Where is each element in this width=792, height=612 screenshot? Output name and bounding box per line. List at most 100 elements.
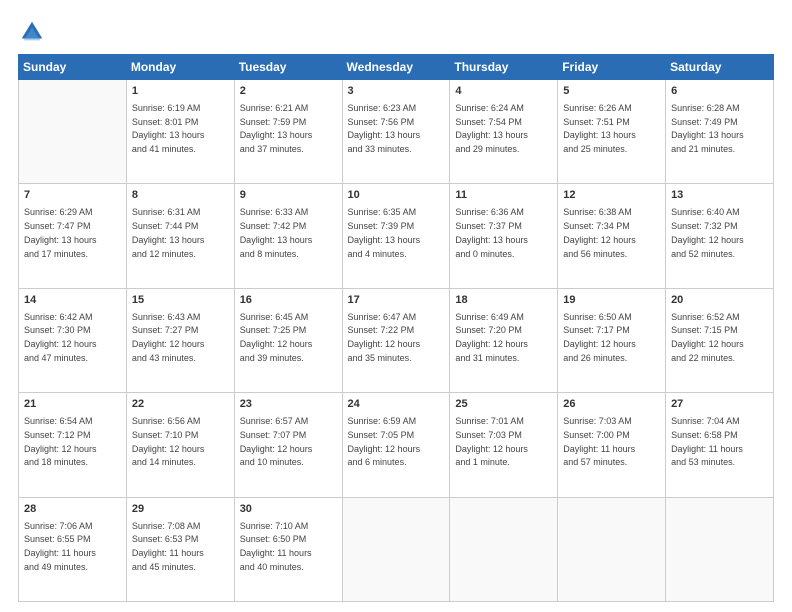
calendar-cell: 1 Sunrise: 6:19 AM Sunset: 8:01 PM Daylig… — [126, 80, 234, 184]
day-info: Sunrise: 6:50 AM Sunset: 7:17 PM Dayligh… — [563, 312, 636, 363]
calendar-cell: 3 Sunrise: 6:23 AM Sunset: 7:56 PM Daylig… — [342, 80, 450, 184]
calendar-cell: 27Sunrise: 7:04 AM Sunset: 6:58 PM Dayli… — [666, 393, 774, 497]
day-info: Sunrise: 6:29 AM Sunset: 7:47 PM Dayligh… — [24, 207, 97, 258]
calendar-cell: 13 Sunrise: 6:40 AM Sunset: 7:32 PM Dayli… — [666, 184, 774, 288]
day-number: 1 — [132, 84, 229, 100]
day-info: Sunrise: 6:24 AM Sunset: 7:54 PM Dayligh… — [455, 103, 528, 154]
calendar-cell: 12Sunrise: 6:38 AM Sunset: 7:34 PM Dayli… — [558, 184, 666, 288]
calendar-cell: 30 Sunrise: 7:10 AM Sunset: 6:50 PM Dayli… — [234, 497, 342, 601]
day-info: Sunrise: 6:35 AM Sunset: 7:39 PM Dayligh… — [348, 207, 421, 258]
calendar-cell — [666, 497, 774, 601]
day-info: Sunrise: 7:10 AM Sunset: 6:50 PM Dayligh… — [240, 521, 312, 572]
day-info: Sunrise: 6:47 AM Sunset: 7:22 PM Dayligh… — [348, 312, 421, 363]
calendar-cell: 15 Sunrise: 6:43 AM Sunset: 7:27 PM Dayli… — [126, 288, 234, 392]
calendar-cell: 18 Sunrise: 6:49 AM Sunset: 7:20 PM Dayli… — [450, 288, 558, 392]
calendar-cell: 14 Sunrise: 6:42 AM Sunset: 7:30 PM Dayli… — [19, 288, 127, 392]
day-number: 8 — [132, 188, 229, 204]
calendar-cell: 6 Sunrise: 6:28 AM Sunset: 7:49 PM Daylig… — [666, 80, 774, 184]
day-header-saturday: Saturday — [666, 55, 774, 80]
day-info: Sunrise: 6:45 AM Sunset: 7:25 PM Dayligh… — [240, 312, 313, 363]
calendar-cell: 23Sunrise: 6:57 AM Sunset: 7:07 PM Dayli… — [234, 393, 342, 497]
week-row-0: 1 Sunrise: 6:19 AM Sunset: 8:01 PM Daylig… — [19, 80, 774, 184]
day-number: 21 — [24, 397, 121, 413]
calendar-cell: 16 Sunrise: 6:45 AM Sunset: 7:25 PM Dayli… — [234, 288, 342, 392]
day-number: 6 — [671, 84, 768, 100]
week-row-2: 14 Sunrise: 6:42 AM Sunset: 7:30 PM Dayli… — [19, 288, 774, 392]
calendar-cell: 17Sunrise: 6:47 AM Sunset: 7:22 PM Dayli… — [342, 288, 450, 392]
calendar-cell: 10 Sunrise: 6:35 AM Sunset: 7:39 PM Dayli… — [342, 184, 450, 288]
days-header-row: SundayMondayTuesdayWednesdayThursdayFrid… — [19, 55, 774, 80]
calendar-cell: 5Sunrise: 6:26 AM Sunset: 7:51 PM Daylig… — [558, 80, 666, 184]
logo-icon — [18, 18, 46, 46]
day-number: 18 — [455, 293, 552, 309]
day-header-monday: Monday — [126, 55, 234, 80]
day-number: 2 — [240, 84, 337, 100]
calendar-cell: 26 Sunrise: 7:03 AM Sunset: 7:00 PM Dayli… — [558, 393, 666, 497]
day-info: Sunrise: 6:42 AM Sunset: 7:30 PM Dayligh… — [24, 312, 97, 363]
calendar-cell: 11 Sunrise: 6:36 AM Sunset: 7:37 PM Dayli… — [450, 184, 558, 288]
day-number: 12 — [563, 188, 660, 204]
day-number: 13 — [671, 188, 768, 204]
day-header-sunday: Sunday — [19, 55, 127, 80]
day-info: Sunrise: 6:54 AM Sunset: 7:12 PM Dayligh… — [24, 416, 97, 467]
day-number: 30 — [240, 502, 337, 518]
day-info: Sunrise: 6:33 AM Sunset: 7:42 PM Dayligh… — [240, 207, 313, 258]
calendar-cell: 9 Sunrise: 6:33 AM Sunset: 7:42 PM Daylig… — [234, 184, 342, 288]
day-number: 22 — [132, 397, 229, 413]
day-number: 10 — [348, 188, 445, 204]
day-number: 11 — [455, 188, 552, 204]
day-info: Sunrise: 6:36 AM Sunset: 7:37 PM Dayligh… — [455, 207, 528, 258]
calendar-cell: 24 Sunrise: 6:59 AM Sunset: 7:05 PM Dayli… — [342, 393, 450, 497]
calendar-cell — [558, 497, 666, 601]
day-info: Sunrise: 7:03 AM Sunset: 7:00 PM Dayligh… — [563, 416, 635, 467]
day-header-wednesday: Wednesday — [342, 55, 450, 80]
calendar-cell: 28Sunrise: 7:06 AM Sunset: 6:55 PM Dayli… — [19, 497, 127, 601]
day-number: 23 — [240, 397, 337, 413]
day-info: Sunrise: 6:43 AM Sunset: 7:27 PM Dayligh… — [132, 312, 205, 363]
calendar-cell — [342, 497, 450, 601]
day-number: 5 — [563, 84, 660, 100]
calendar-cell: 29Sunrise: 7:08 AM Sunset: 6:53 PM Dayli… — [126, 497, 234, 601]
logo — [18, 18, 50, 46]
day-number: 25 — [455, 397, 552, 413]
day-number: 27 — [671, 397, 768, 413]
day-info: Sunrise: 7:08 AM Sunset: 6:53 PM Dayligh… — [132, 521, 204, 572]
calendar-cell: 2 Sunrise: 6:21 AM Sunset: 7:59 PM Daylig… — [234, 80, 342, 184]
day-number: 4 — [455, 84, 552, 100]
day-number: 16 — [240, 293, 337, 309]
day-info: Sunrise: 6:21 AM Sunset: 7:59 PM Dayligh… — [240, 103, 313, 154]
header — [18, 18, 774, 46]
day-number: 9 — [240, 188, 337, 204]
day-number: 3 — [348, 84, 445, 100]
page: SundayMondayTuesdayWednesdayThursdayFrid… — [0, 0, 792, 612]
calendar-cell: 19 Sunrise: 6:50 AM Sunset: 7:17 PM Dayli… — [558, 288, 666, 392]
day-number: 20 — [671, 293, 768, 309]
calendar-cell — [450, 497, 558, 601]
day-info: Sunrise: 6:23 AM Sunset: 7:56 PM Dayligh… — [348, 103, 421, 154]
calendar-cell: 8Sunrise: 6:31 AM Sunset: 7:44 PM Daylig… — [126, 184, 234, 288]
calendar-body: 1 Sunrise: 6:19 AM Sunset: 8:01 PM Daylig… — [19, 80, 774, 602]
day-number: 15 — [132, 293, 229, 309]
calendar-cell — [19, 80, 127, 184]
day-number: 14 — [24, 293, 121, 309]
day-header-thursday: Thursday — [450, 55, 558, 80]
day-info: Sunrise: 6:40 AM Sunset: 7:32 PM Dayligh… — [671, 207, 744, 258]
day-number: 7 — [24, 188, 121, 204]
calendar-cell: 21 Sunrise: 6:54 AM Sunset: 7:12 PM Dayli… — [19, 393, 127, 497]
day-info: Sunrise: 6:49 AM Sunset: 7:20 PM Dayligh… — [455, 312, 528, 363]
day-number: 26 — [563, 397, 660, 413]
calendar-cell: 25Sunrise: 7:01 AM Sunset: 7:03 PM Dayli… — [450, 393, 558, 497]
day-info: Sunrise: 6:28 AM Sunset: 7:49 PM Dayligh… — [671, 103, 744, 154]
calendar-cell: 7 Sunrise: 6:29 AM Sunset: 7:47 PM Daylig… — [19, 184, 127, 288]
day-number: 24 — [348, 397, 445, 413]
day-header-friday: Friday — [558, 55, 666, 80]
day-info: Sunrise: 6:56 AM Sunset: 7:10 PM Dayligh… — [132, 416, 205, 467]
day-info: Sunrise: 6:59 AM Sunset: 7:05 PM Dayligh… — [348, 416, 421, 467]
calendar: SundayMondayTuesdayWednesdayThursdayFrid… — [18, 54, 774, 602]
day-info: Sunrise: 6:19 AM Sunset: 8:01 PM Dayligh… — [132, 103, 205, 154]
calendar-cell: 22 Sunrise: 6:56 AM Sunset: 7:10 PM Dayli… — [126, 393, 234, 497]
day-number: 19 — [563, 293, 660, 309]
week-row-1: 7 Sunrise: 6:29 AM Sunset: 7:47 PM Daylig… — [19, 184, 774, 288]
week-row-4: 28Sunrise: 7:06 AM Sunset: 6:55 PM Dayli… — [19, 497, 774, 601]
calendar-cell: 20Sunrise: 6:52 AM Sunset: 7:15 PM Dayli… — [666, 288, 774, 392]
